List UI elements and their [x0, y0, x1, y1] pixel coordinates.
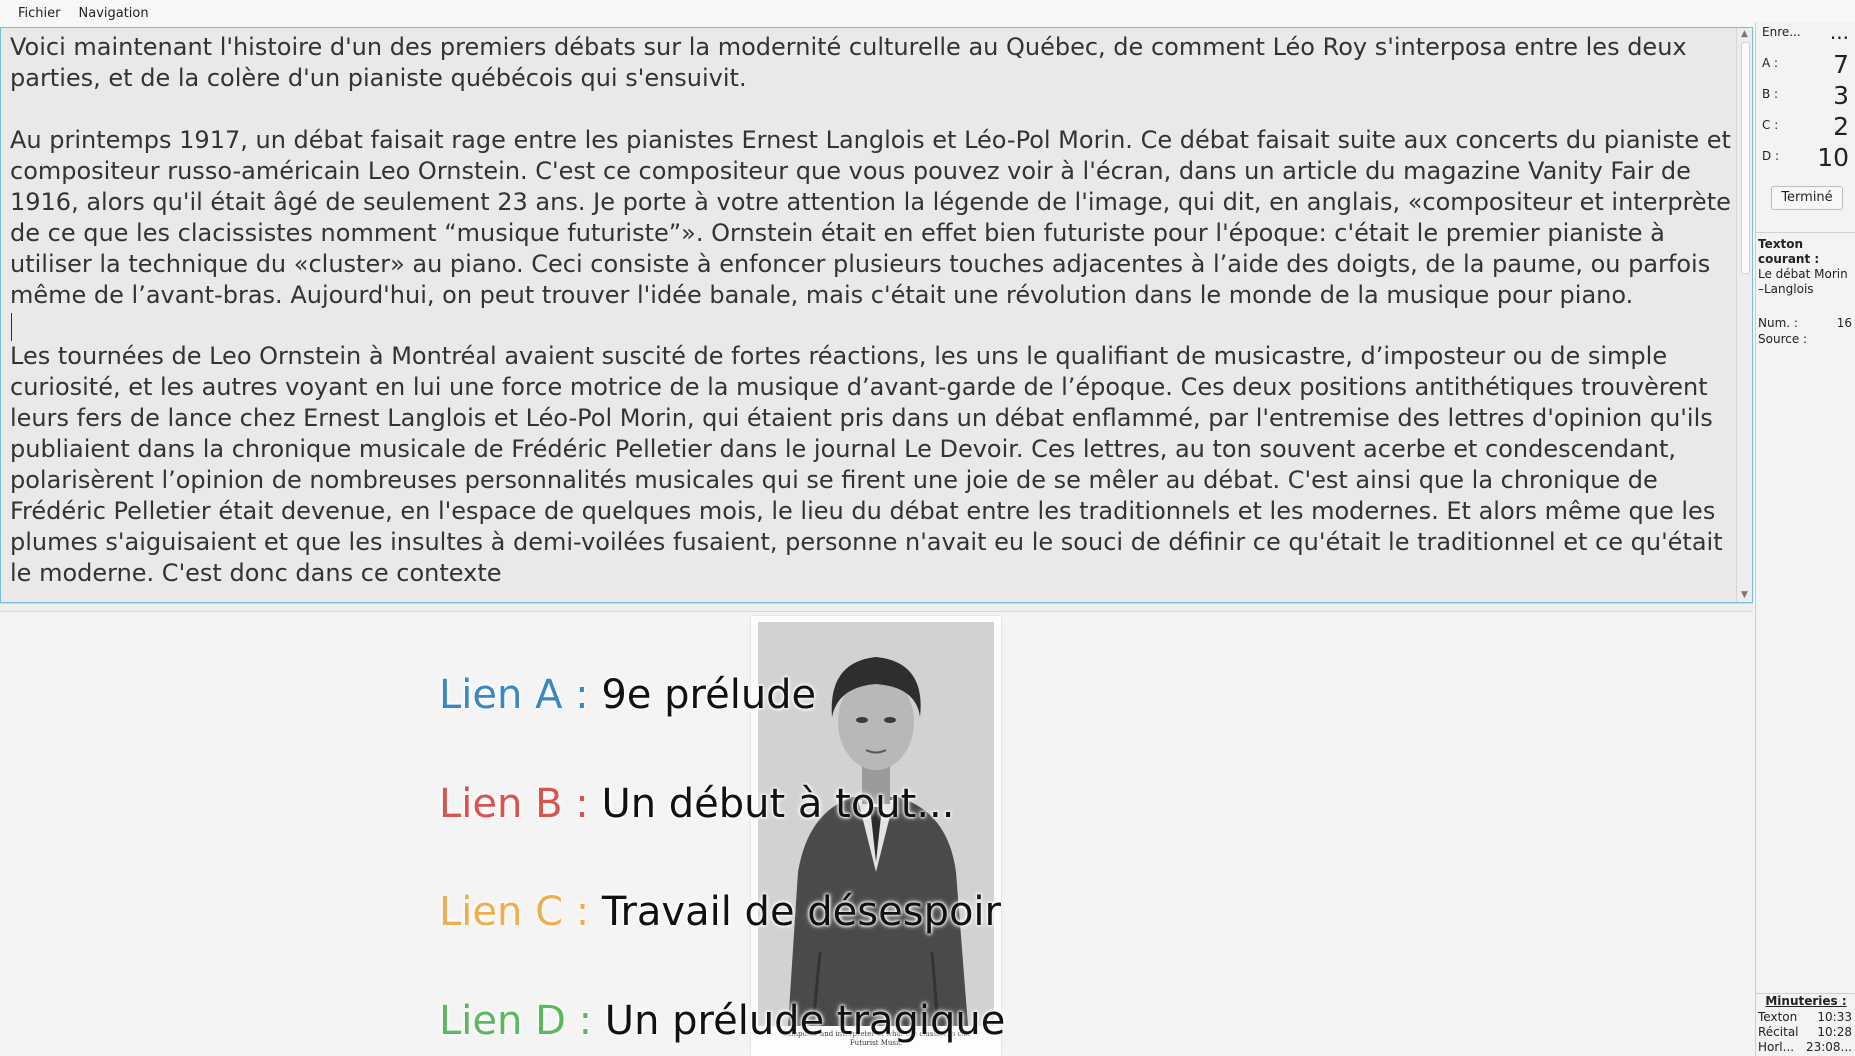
scroll-thumb[interactable]: [1741, 42, 1750, 274]
count-d-label: D :: [1762, 149, 1780, 163]
editor-content[interactable]: Voici maintenant l'histoire d'un des pre…: [10, 32, 1735, 589]
text-editor[interactable]: Voici maintenant l'histoire d'un des pre…: [0, 27, 1753, 603]
recording-label: Enre...: [1762, 25, 1801, 39]
current-texton-title: Le débat Morin–Langlois: [1758, 267, 1848, 296]
link-b[interactable]: Lien B : Un début à tout...: [439, 780, 954, 828]
timers-label: Minuteries :: [1765, 994, 1847, 1008]
timer-recital-value: 10:28: [1817, 1025, 1852, 1039]
recording-value: ...: [1829, 20, 1849, 44]
link-d-text: Un prélude tragique: [604, 998, 1006, 1044]
link-a-text: 9e prélude: [601, 672, 817, 718]
pane-splitter[interactable]: [0, 603, 1753, 612]
count-b-value: 3: [1833, 81, 1849, 110]
paragraph: Les tournées de Leo Ornstein à Montréal …: [10, 342, 1723, 587]
link-d-key: Lien D :: [439, 998, 593, 1044]
paragraph: Voici maintenant l'histoire d'un des pre…: [10, 33, 1687, 92]
menu-navigation[interactable]: Navigation: [70, 0, 158, 27]
num-label: Num. :: [1758, 316, 1798, 330]
link-b-text: Un début à tout...: [601, 781, 955, 827]
sidebar: Enre... ... A : 7 B : 3 C : 2 D : 10 Ter…: [1755, 20, 1855, 1056]
link-c-text: Travail de désespoir: [601, 889, 1001, 935]
link-b-key: Lien B :: [439, 781, 589, 827]
count-a-label: A :: [1762, 56, 1779, 70]
link-d[interactable]: Lien D : Un prélude tragique: [439, 997, 1005, 1045]
count-b-label: B :: [1762, 87, 1779, 101]
scroll-up-arrow-icon[interactable]: ▲: [1737, 28, 1752, 41]
timer-recital-label: Récital: [1758, 1025, 1799, 1039]
count-c-label: C :: [1762, 118, 1779, 132]
timer-texton-value: 10:33: [1817, 1010, 1852, 1024]
timer-texton-label: Texton: [1758, 1010, 1798, 1024]
link-c[interactable]: Lien C : Travail de désespoir: [439, 888, 1001, 936]
scroll-down-arrow-icon[interactable]: ▼: [1737, 589, 1752, 602]
timer-clock-label: Horl...: [1758, 1040, 1795, 1054]
paragraph: Au printemps 1917, un débat faisait rage…: [10, 126, 1731, 309]
count-a-value: 7: [1833, 50, 1849, 79]
text-caret: [11, 313, 12, 341]
done-button[interactable]: Terminé: [1771, 186, 1843, 210]
editor-scrollbar[interactable]: ▲ ▼: [1736, 28, 1752, 602]
menu-bar: Fichier Navigation: [0, 0, 1855, 27]
menu-fichier[interactable]: Fichier: [9, 0, 70, 27]
link-a-key: Lien A :: [439, 672, 589, 718]
count-d-value: 10: [1817, 143, 1849, 172]
timer-clock-value: 23:08...: [1805, 1040, 1852, 1054]
link-c-key: Lien C :: [439, 889, 590, 935]
num-value: 16: [1836, 316, 1852, 330]
count-c-value: 2: [1833, 112, 1849, 141]
current-texton-label: Texton courant :: [1758, 237, 1820, 266]
display-pane: Composer and interpreter of what the cla…: [0, 612, 1753, 1056]
source-label: Source :: [1758, 332, 1808, 346]
link-a[interactable]: Lien A : 9e prélude: [439, 671, 816, 719]
